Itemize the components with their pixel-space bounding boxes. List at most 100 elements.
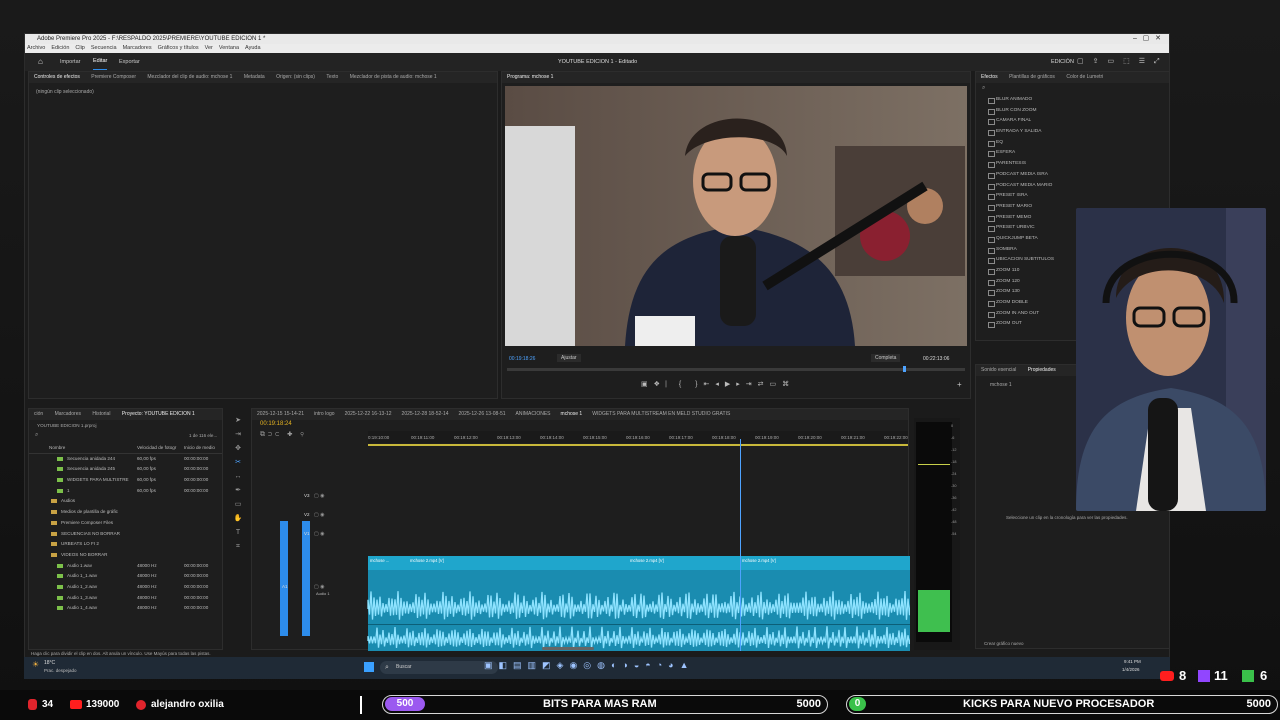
- start-icon[interactable]: [364, 662, 374, 672]
- menu-graficos[interactable]: Gráficos y títulos: [158, 44, 199, 53]
- add-button-icon[interactable]: +: [957, 380, 962, 389]
- col-start[interactable]: Inicio de medio: [184, 443, 215, 454]
- project-item[interactable]: Secuencia anidada 245 60,00 fps 00:00:00:0…: [29, 464, 222, 475]
- playhead-marker[interactable]: [903, 366, 906, 372]
- slip-icon[interactable]: ↔: [228, 470, 248, 484]
- taskbar-search[interactable]: ⌕ Buscar: [380, 661, 498, 674]
- effect-preset-item[interactable]: ESFERA: [976, 148, 1169, 159]
- menu-ventana[interactable]: Ventana: [219, 44, 239, 53]
- menu-edicion[interactable]: Edición: [51, 44, 69, 53]
- tab-history[interactable]: Historial: [87, 409, 115, 420]
- tab-lumetri[interactable]: Color de Lumetri: [1061, 72, 1108, 83]
- video-clip[interactable]: mchose ...: [370, 558, 389, 563]
- tab-effects[interactable]: Efectos: [976, 72, 1003, 83]
- effect-preset-item[interactable]: PRESET ISRA: [976, 191, 1169, 202]
- timeline-canvas[interactable]: 0:19:10:00 00:19:11:00 00:19:12:00 00:19:13…: [252, 409, 910, 651]
- track-controls-icon[interactable]: ▢ ◉: [314, 493, 325, 499]
- project-item[interactable]: Audios: [29, 496, 222, 507]
- project-item[interactable]: Audio 1_4.wav 48000 Hz 00:00:00:00: [29, 603, 222, 614]
- track-controls-icon[interactable]: ▢ ◉: [314, 512, 325, 518]
- effect-preset-item[interactable]: EQ: [976, 138, 1169, 149]
- tab-premiere-composer[interactable]: Premiere Composer: [86, 72, 141, 83]
- project-item[interactable]: Premiere Composer Files: [29, 518, 222, 529]
- workspace-label[interactable]: EDICIÓN: [1051, 53, 1074, 71]
- project-item[interactable]: Secuencia anidada 244 60,00 fps 00:00:00:0…: [29, 454, 222, 465]
- left-count-2: 139000: [86, 699, 120, 710]
- tab-clip-mixer[interactable]: Mezclador del clip de audio: mchose 1: [142, 72, 237, 83]
- project-item[interactable]: VIDEOS NO BORRAR: [29, 550, 222, 561]
- video-clip[interactable]: mchose 2.mp4 [V]: [742, 558, 776, 563]
- video-clip[interactable]: mchose 2.mp4 [V]: [410, 558, 444, 563]
- home-icon[interactable]: ⌂: [38, 53, 43, 71]
- col-name[interactable]: Nombre: [49, 443, 65, 454]
- track-controls-icon[interactable]: ▢ ◉: [314, 531, 325, 537]
- program-timecode[interactable]: 00:19:18:26: [509, 356, 535, 362]
- tab-metadata[interactable]: Metadata: [239, 72, 270, 83]
- effect-preset-item[interactable]: CAMARA FINAL: [976, 116, 1169, 127]
- track-controls-icon[interactable]: ▢ ◉: [314, 584, 325, 590]
- tab-source[interactable]: Origen: (sin clips): [271, 72, 320, 83]
- ruler-tick-label: 00:19:13:00: [497, 435, 521, 440]
- project-item[interactable]: WIDGETS PARA MULTISTRE 60,00 fps 00:00:00:…: [29, 475, 222, 486]
- selection-tool-icon[interactable]: ➤: [228, 414, 248, 428]
- tab-graphics-templates[interactable]: Plantillas de gráficos: [1004, 72, 1060, 83]
- tab-essential-sound[interactable]: Sonido esencial: [976, 365, 1021, 376]
- track-select-icon[interactable]: ⇥: [228, 428, 248, 442]
- tab-importar[interactable]: Importar: [60, 53, 80, 71]
- menu-ver[interactable]: Ver: [205, 44, 213, 53]
- tab-info[interactable]: ción: [29, 409, 48, 420]
- tab-effect-controls[interactable]: Controles de efectos: [29, 72, 85, 83]
- effect-preset-item[interactable]: PODCAST MEDIA MARIO: [976, 181, 1169, 192]
- fit-dropdown[interactable]: Ajustar: [557, 354, 581, 362]
- pen-icon[interactable]: ✒: [228, 484, 248, 498]
- col-fps[interactable]: Velocidad de fotogr: [137, 443, 176, 454]
- hand-icon[interactable]: ✋: [228, 512, 248, 526]
- effect-preset-item[interactable]: BLUR ANIMADO: [976, 95, 1169, 106]
- effect-preset-item[interactable]: PODCAST MEDIA ISRA: [976, 170, 1169, 181]
- caption-icon[interactable]: ⌗: [228, 540, 248, 554]
- transport-controls[interactable]: ▣❖⎸{ }⇤◂▶▸⇥⇄▭⌘: [641, 380, 795, 389]
- tab-track-mixer[interactable]: Mezclador de pista de audio: mchose 1: [345, 72, 442, 83]
- program-scrubber[interactable]: [507, 368, 965, 371]
- create-graphic-button[interactable]: Crear gráfico nuevo: [984, 641, 1024, 646]
- project-item[interactable]: Medios de plantilla de gráfic: [29, 507, 222, 518]
- project-item[interactable]: Audio 1.wav 48000 Hz 00:00:00:00: [29, 561, 222, 572]
- project-item[interactable]: Audio 1_2.wav 48000 Hz 00:00:00:00: [29, 582, 222, 593]
- tab-program[interactable]: Programa: mchose 1: [502, 72, 558, 83]
- tab-markers[interactable]: Marcadores: [50, 409, 86, 420]
- project-item[interactable]: SECUENCIAS NO BORRAR: [29, 529, 222, 540]
- v1-source-patch[interactable]: [280, 521, 288, 636]
- ripple-icon[interactable]: ✥: [228, 442, 248, 456]
- effect-preset-item[interactable]: PARENTESIS: [976, 159, 1169, 170]
- taskbar-apps[interactable]: ▣◧▤▥◩◈◉◎◍◐◑◒◓◔◕▲: [484, 660, 695, 671]
- video-clip[interactable]: mchose 2.mp4 [V]: [630, 558, 664, 563]
- menu-ayuda[interactable]: Ayuda: [245, 44, 261, 53]
- timeline-playhead[interactable]: [740, 439, 741, 651]
- quality-dropdown[interactable]: Completa: [871, 354, 901, 362]
- project-search[interactable]: ⌕ 1 de 116 ele...: [29, 431, 222, 443]
- effect-preset-item[interactable]: ENTRADA Y SALIDA: [976, 127, 1169, 138]
- menu-clip[interactable]: Clip: [75, 44, 84, 53]
- menu-marcadores[interactable]: Marcadores: [123, 44, 152, 53]
- rectangle-icon[interactable]: ▭: [228, 498, 248, 512]
- window-controls[interactable]: – ▢ ✕: [1133, 34, 1161, 44]
- tab-exportar[interactable]: Exportar: [119, 53, 140, 71]
- project-item[interactable]: Audio 1_1.wav 48000 Hz 00:00:00:00: [29, 571, 222, 582]
- tab-properties[interactable]: Propiedades: [1023, 365, 1061, 376]
- tab-project[interactable]: Proyecto: YOUTUBE EDICION 1: [117, 409, 200, 420]
- effect-preset-item[interactable]: BLUR CON ZOOM: [976, 106, 1169, 117]
- tab-text[interactable]: Texto: [321, 72, 343, 83]
- menu-secuencia[interactable]: Secuencia: [91, 44, 117, 53]
- project-item[interactable]: URBEATS LO FI 2: [29, 539, 222, 550]
- workspace-icons[interactable]: ▢⇪▭⬚☰⤢: [1077, 53, 1169, 71]
- a1-source-patch[interactable]: [302, 521, 310, 636]
- effects-search[interactable]: ⌕: [976, 83, 1169, 95]
- menu-archivo[interactable]: Archivo: [27, 44, 45, 53]
- razor-tool-icon[interactable]: ✂: [228, 456, 248, 470]
- timeline-scrollbar[interactable]: [542, 647, 594, 650]
- type-icon[interactable]: T: [228, 526, 248, 540]
- weather-icon[interactable]: ☀: [32, 660, 39, 669]
- tab-editar[interactable]: Editar: [93, 53, 108, 70]
- project-item[interactable]: Audio 1_3.wav 48000 Hz 00:00:00:00: [29, 593, 222, 604]
- project-item[interactable]: 1 60,00 fps 00:00:00:00: [29, 486, 222, 497]
